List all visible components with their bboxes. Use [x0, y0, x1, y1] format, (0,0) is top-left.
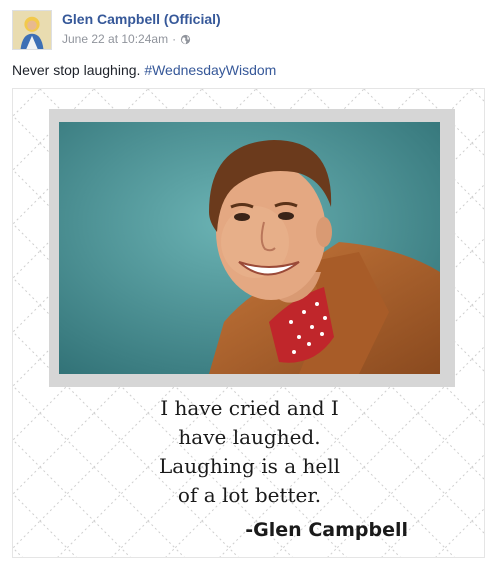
meta-separator: · [172, 32, 177, 46]
post-timestamp[interactable]: June 22 at 10:24am [62, 32, 168, 46]
quote-text: I have cried and I have laughed. Laughin… [13, 394, 484, 510]
post-image[interactable]: I have cried and I have laughed. Laughin… [12, 88, 485, 558]
quote-line: have laughed. [178, 425, 321, 449]
post-header: Glen Campbell (Official) June 22 at 10:2… [12, 10, 482, 54]
post-message: Never stop laughing. #WednesdayWisdom [12, 62, 276, 78]
portrait-photo [59, 122, 440, 374]
avatar-image [13, 11, 51, 49]
quote-line: I have cried and I [160, 396, 339, 420]
quote-line: Laughing is a hell [158, 454, 340, 478]
page-avatar[interactable] [12, 10, 52, 50]
post-meta: June 22 at 10:24am · [62, 32, 191, 46]
photo-frame [49, 109, 455, 387]
quote-line: of a lot better. [177, 483, 322, 507]
quote-attribution: -Glen Campbell [245, 519, 408, 541]
globe-icon[interactable] [180, 34, 191, 45]
page-name-link[interactable]: Glen Campbell (Official) [62, 11, 221, 27]
post-message-text: Never stop laughing. [12, 62, 145, 78]
hashtag-link[interactable]: #WednesdayWisdom [144, 62, 276, 78]
